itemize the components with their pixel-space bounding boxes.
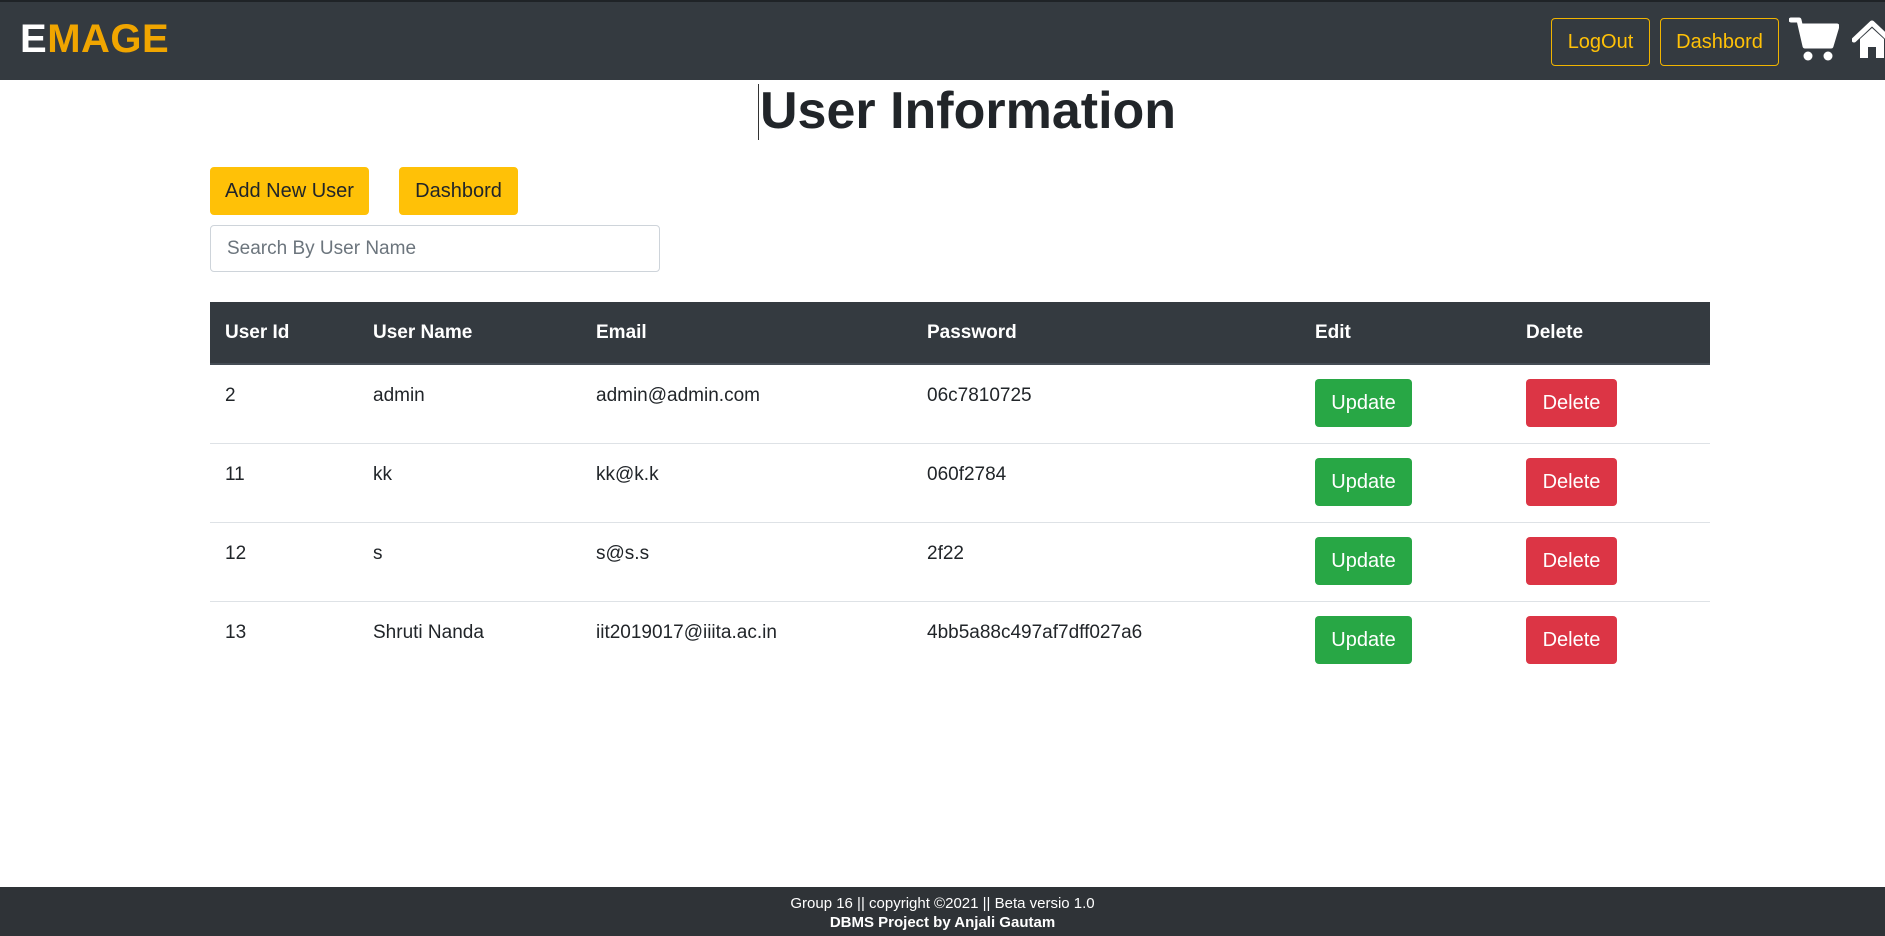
nav-dashboard-button[interactable]: Dashbord: [1660, 18, 1779, 66]
update-button[interactable]: Update: [1315, 536, 1412, 585]
cell-user-name: kk: [358, 442, 581, 522]
cell-password: 2f22: [912, 521, 1300, 601]
logout-button[interactable]: LogOut: [1551, 18, 1650, 66]
brand-logo-first: E: [20, 17, 48, 61]
home-icon[interactable]: [1852, 20, 1885, 60]
page: EMAGE LogOut Dashbord User Information A…: [0, 0, 1885, 936]
cell-password: 060f2784: [912, 442, 1300, 522]
cell-delete: Delete: [1511, 600, 1710, 680]
cell-delete: Delete: [1511, 442, 1710, 522]
column-header-user-id: User Id: [210, 302, 358, 365]
cell-edit: Update: [1300, 364, 1511, 443]
cell-edit: Update: [1300, 600, 1511, 680]
delete-button[interactable]: Delete: [1526, 457, 1617, 506]
update-button[interactable]: Update: [1315, 615, 1412, 664]
table-row: 12 s s@s.s 2f22 Update Delete: [210, 521, 1710, 601]
cell-edit: Update: [1300, 521, 1511, 601]
cell-password: 06c7810725: [927, 385, 1032, 406]
table-body: 2 admin admin@admin.com 06c7810725 Updat…: [210, 364, 1710, 680]
delete-button[interactable]: Delete: [1526, 536, 1617, 585]
text-caret: [758, 84, 759, 140]
cell-user-id: 11: [210, 442, 358, 522]
delete-button[interactable]: Delete: [1526, 379, 1617, 427]
cell-email: admin@admin.com: [596, 385, 760, 406]
footer-credit: DBMS Project by Anjali Gautam: [829, 914, 1056, 931]
table-row: 2 admin admin@admin.com 06c7810725 Updat…: [210, 364, 1710, 443]
cell-email: iit2019017@iiita.ac.in: [581, 600, 912, 680]
cell-user-id: 2: [225, 385, 236, 406]
column-header-delete: Delete: [1511, 302, 1710, 365]
column-header-user-name: User Name: [358, 302, 581, 365]
footer: Group 16 || copyright ©2021 || Beta vers…: [0, 887, 1885, 936]
cell-user-name: s: [358, 521, 581, 601]
column-header-email: Email: [581, 302, 912, 365]
column-header-password: Password: [912, 302, 1300, 365]
table-header-row: User Id User Name Email Password Edit De…: [210, 302, 1710, 365]
navbar: EMAGE LogOut Dashbord: [0, 0, 1885, 80]
column-header-edit: Edit: [1300, 302, 1511, 365]
page-title: User Information: [760, 82, 1177, 140]
cell-delete: Delete: [1511, 364, 1710, 443]
delete-button[interactable]: Delete: [1526, 615, 1617, 664]
cell-email: s@s.s: [581, 521, 912, 601]
cell-edit: Update: [1300, 442, 1511, 522]
cell-user-id: 12: [210, 521, 358, 601]
table-row: 13 Shruti Nanda iit2019017@iiita.ac.in 4…: [210, 600, 1710, 680]
brand-logo-rest: MAGE: [47, 17, 170, 61]
dashboard-button[interactable]: Dashbord: [399, 167, 518, 215]
cell-user-id: 13: [210, 600, 358, 680]
cell-user-name: Shruti Nanda: [358, 600, 581, 680]
cell-user-name: admin: [373, 385, 425, 406]
cell-email: kk@k.k: [581, 442, 912, 522]
footer-copyright: Group 16 || copyright ©2021 || Beta vers…: [790, 895, 1095, 912]
search-input[interactable]: [210, 225, 660, 272]
brand-logo[interactable]: EMAGE: [20, 16, 169, 62]
update-button[interactable]: Update: [1315, 457, 1412, 506]
table-row: 11 kk kk@k.k 060f2784 Update Delete: [210, 442, 1710, 522]
cart-icon[interactable]: [1789, 16, 1839, 62]
user-table: User Id User Name Email Password Edit De…: [210, 302, 1710, 680]
add-new-user-button[interactable]: Add New User: [210, 167, 369, 215]
table-header: User Id User Name Email Password Edit De…: [210, 302, 1710, 365]
update-button[interactable]: Update: [1315, 379, 1412, 427]
cell-password: 4bb5a88c497af7dff027a6: [912, 600, 1300, 680]
cell-delete: Delete: [1511, 521, 1710, 601]
